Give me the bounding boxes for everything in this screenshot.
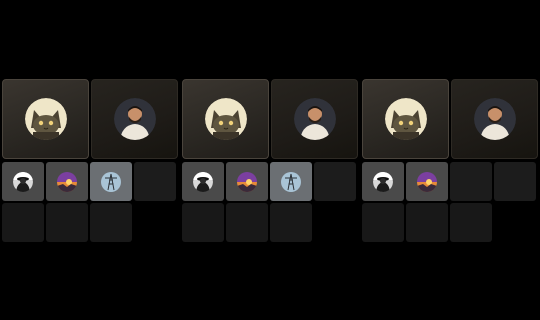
avatar-picker-stage bbox=[0, 0, 540, 320]
featured-avatar-card-man[interactable] bbox=[91, 79, 178, 159]
avatar-option-empty bbox=[494, 162, 536, 201]
featured-avatar-card-man[interactable] bbox=[451, 79, 538, 159]
person-hat-icon bbox=[373, 171, 393, 192]
avatar-option-empty bbox=[90, 203, 132, 242]
featured-avatar-card-cat[interactable] bbox=[182, 79, 269, 159]
sunset-icon bbox=[57, 171, 77, 192]
avatar-option-empty bbox=[46, 203, 88, 242]
avatar-option-empty bbox=[270, 203, 312, 242]
man-avatar-icon bbox=[473, 98, 516, 140]
avatar-option-empty bbox=[406, 203, 448, 242]
person-hat-icon bbox=[13, 171, 33, 192]
avatar-option-sunset[interactable] bbox=[226, 162, 268, 201]
avatar-option-pylon[interactable] bbox=[90, 162, 132, 201]
avatar-option-empty bbox=[182, 203, 224, 242]
avatar-option-empty bbox=[450, 203, 492, 242]
avatar-panel bbox=[362, 79, 538, 242]
avatar-option-empty bbox=[450, 162, 492, 201]
avatar-panel bbox=[182, 79, 358, 242]
avatar-option-person-hat[interactable] bbox=[362, 162, 404, 201]
avatar-option-sunset[interactable] bbox=[406, 162, 448, 201]
cat-avatar-icon bbox=[24, 98, 67, 140]
sunset-icon bbox=[417, 171, 437, 192]
featured-avatar-card-cat[interactable] bbox=[2, 79, 89, 159]
avatar-panel bbox=[2, 79, 178, 242]
sunset-icon bbox=[237, 171, 257, 192]
person-hat-icon bbox=[193, 171, 213, 192]
pylon-icon bbox=[281, 171, 301, 192]
avatar-option-pylon[interactable] bbox=[270, 162, 312, 201]
cat-avatar-icon bbox=[204, 98, 247, 140]
avatar-option-empty bbox=[226, 203, 268, 242]
avatar-option-empty bbox=[2, 203, 44, 242]
featured-avatar-card-cat[interactable] bbox=[362, 79, 449, 159]
avatar-option-sunset[interactable] bbox=[46, 162, 88, 201]
man-avatar-icon bbox=[113, 98, 156, 140]
avatar-option-empty bbox=[362, 203, 404, 242]
avatar-option-empty bbox=[314, 162, 356, 201]
man-avatar-icon bbox=[293, 98, 336, 140]
avatar-option-person-hat[interactable] bbox=[182, 162, 224, 201]
pylon-icon bbox=[101, 171, 121, 192]
featured-avatar-card-man[interactable] bbox=[271, 79, 358, 159]
avatar-option-empty bbox=[134, 162, 176, 201]
cat-avatar-icon bbox=[384, 98, 427, 140]
avatar-option-person-hat[interactable] bbox=[2, 162, 44, 201]
